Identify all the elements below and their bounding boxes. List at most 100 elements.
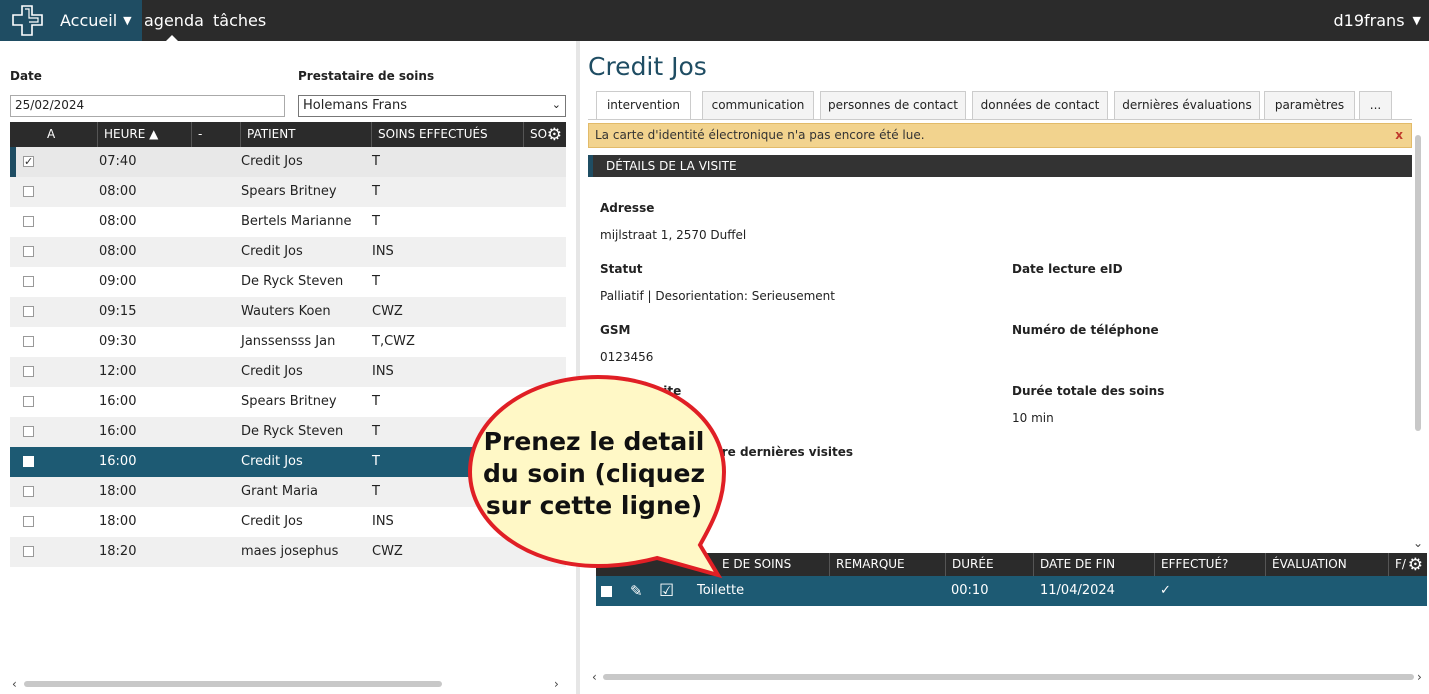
col-header-soins[interactable]: SOINS EFFECTUÉS: [371, 122, 523, 147]
row-patient: Credit Jos: [241, 244, 303, 259]
col-header-evaluation[interactable]: ÉVALUATION: [1265, 553, 1388, 576]
scroll-right-icon[interactable]: ›: [1417, 670, 1422, 684]
scroll-down-icon[interactable]: ⌄: [1413, 536, 1423, 550]
col-header-end-date[interactable]: DATE DE FIN: [1033, 553, 1154, 576]
callout-text: Prenez le detail du soin (cliquez sur ce…: [482, 427, 706, 520]
tab-more[interactable]: ...: [1359, 91, 1392, 119]
agenda-row[interactable]: 16:00 Spears Britney T: [10, 387, 566, 417]
address-label: Adresse: [600, 201, 655, 215]
row-patient: Wauters Koen: [241, 304, 331, 319]
row-checkbox[interactable]: [23, 546, 34, 557]
scroll-left-icon[interactable]: ‹: [592, 670, 597, 684]
row-care: T: [372, 214, 380, 229]
row-time: 16:00: [99, 394, 137, 409]
user-name: d19frans: [1333, 11, 1405, 30]
provider-select[interactable]: Holemans Frans ⌄: [298, 95, 566, 117]
col-header-done[interactable]: EFFECTUÉ?: [1154, 553, 1265, 576]
total-duration-label: Durée totale des soins: [1012, 384, 1165, 398]
care-row-checkbox[interactable]: [601, 586, 612, 597]
gear-icon[interactable]: ⚙: [1408, 555, 1423, 575]
col-header-heure[interactable]: HEURE ▲: [97, 122, 191, 147]
agenda-row[interactable]: 08:00 Credit Jos INS: [10, 237, 566, 267]
gsm-value: 0123456: [600, 350, 654, 364]
tab-underline: [588, 119, 1412, 120]
detail-vertical-scrollbar[interactable]: [1415, 135, 1421, 431]
nav-agenda[interactable]: agenda: [144, 0, 204, 41]
tab-intervention[interactable]: intervention: [596, 91, 691, 120]
agenda-row[interactable]: 12:00 Credit Jos INS: [10, 357, 566, 387]
row-checkbox[interactable]: [23, 306, 34, 317]
status-label: Statut: [600, 262, 643, 276]
date-input[interactable]: 25/02/2024: [10, 95, 285, 117]
row-checkbox[interactable]: [23, 366, 34, 377]
tab-contact-persons[interactable]: personnes de contact: [820, 91, 966, 119]
status-value: Palliatif | Desorientation: Serieusement: [600, 289, 835, 303]
scroll-right-icon[interactable]: ›: [554, 677, 559, 691]
nav-home-label: Accueil: [60, 11, 118, 30]
row-checkbox[interactable]: [23, 336, 34, 347]
tab-contact-data[interactable]: données de contact: [972, 91, 1108, 119]
agenda-row[interactable]: 09:30 Janssensss Jan T,CWZ: [10, 327, 566, 357]
row-checkbox[interactable]: [23, 396, 34, 407]
nav-tasks[interactable]: tâches: [213, 0, 266, 41]
row-checkbox[interactable]: ✓: [23, 156, 34, 167]
care-horizontal-scrollbar[interactable]: [603, 674, 1414, 680]
row-patient: Grant Maria: [241, 484, 318, 499]
agenda-row[interactable]: 09:15 Wauters Koen CWZ: [10, 297, 566, 327]
row-care: T: [372, 274, 380, 289]
tab-parameters[interactable]: paramètres: [1264, 91, 1355, 119]
agenda-row[interactable]: 18:20 maes josephus CWZ: [10, 537, 566, 567]
care-row[interactable]: ✎ ☑ Toilette 00:10 11/04/2024 ✓: [596, 576, 1427, 606]
row-care: T: [372, 184, 380, 199]
scroll-left-icon[interactable]: ‹: [12, 677, 17, 691]
row-time: 08:00: [99, 214, 137, 229]
agenda-horizontal-scrollbar[interactable]: [24, 681, 442, 687]
app-logo[interactable]: [0, 0, 56, 41]
row-checkbox[interactable]: [23, 516, 34, 527]
row-care: CWZ: [372, 304, 403, 319]
row-time: 09:30: [99, 334, 137, 349]
row-care: T: [372, 454, 380, 469]
nav-tasks-label: tâches: [213, 11, 267, 30]
row-checkbox[interactable]: [23, 456, 34, 467]
row-care: INS: [372, 514, 394, 529]
row-care: T: [372, 424, 380, 439]
row-time: 16:00: [99, 454, 137, 469]
row-patient: De Ryck Steven: [241, 424, 344, 439]
row-checkbox[interactable]: [23, 186, 34, 197]
row-checkbox[interactable]: [23, 426, 34, 437]
agenda-row[interactable]: ✓ 07:40 Credit Jos T: [10, 147, 566, 177]
row-time: 07:40: [99, 154, 137, 169]
nav-home-menu[interactable]: Accueil ▼: [56, 0, 142, 41]
col-header-a[interactable]: A: [10, 122, 96, 147]
col-header-dash[interactable]: -: [191, 122, 240, 147]
gear-icon[interactable]: ⚙: [547, 125, 562, 145]
col-header-remark[interactable]: REMARQUE: [829, 553, 945, 576]
row-patient: Spears Britney: [241, 394, 337, 409]
pencil-icon[interactable]: ✎: [630, 576, 643, 606]
row-time: 08:00: [99, 244, 137, 259]
col-header-duration[interactable]: DURÉE: [945, 553, 1033, 576]
row-checkbox[interactable]: [23, 216, 34, 227]
phone-label: Numéro de téléphone: [1012, 323, 1159, 337]
provider-select-value: Holemans Frans: [303, 98, 407, 113]
agenda-row[interactable]: 09:00 De Ryck Steven T: [10, 267, 566, 297]
tab-last-evaluations[interactable]: dernières évaluations: [1114, 91, 1260, 119]
col-header-care-type[interactable]: E DE SOINS: [596, 553, 829, 576]
patient-title: Credit Jos: [588, 52, 707, 81]
medical-cross-icon: [12, 4, 43, 36]
user-menu[interactable]: d19frans ▼: [1334, 0, 1421, 41]
chevron-down-icon: ⌄: [551, 98, 561, 111]
row-time: 09:00: [99, 274, 137, 289]
agenda-row[interactable]: 08:00 Spears Britney T: [10, 177, 566, 207]
row-checkbox[interactable]: [23, 246, 34, 257]
col-header-patient[interactable]: PATIENT: [240, 122, 371, 147]
row-checkbox[interactable]: [23, 486, 34, 497]
tab-communication[interactable]: communication: [702, 91, 814, 119]
row-time: 08:00: [99, 184, 137, 199]
care-table: E DE SOINS REMARQUE DURÉE DATE DE FIN EF…: [596, 553, 1427, 606]
close-icon[interactable]: x: [1395, 124, 1403, 147]
agenda-row[interactable]: 08:00 Bertels Marianne T: [10, 207, 566, 237]
check-circle-icon[interactable]: ☑: [659, 576, 674, 606]
row-checkbox[interactable]: [23, 276, 34, 287]
